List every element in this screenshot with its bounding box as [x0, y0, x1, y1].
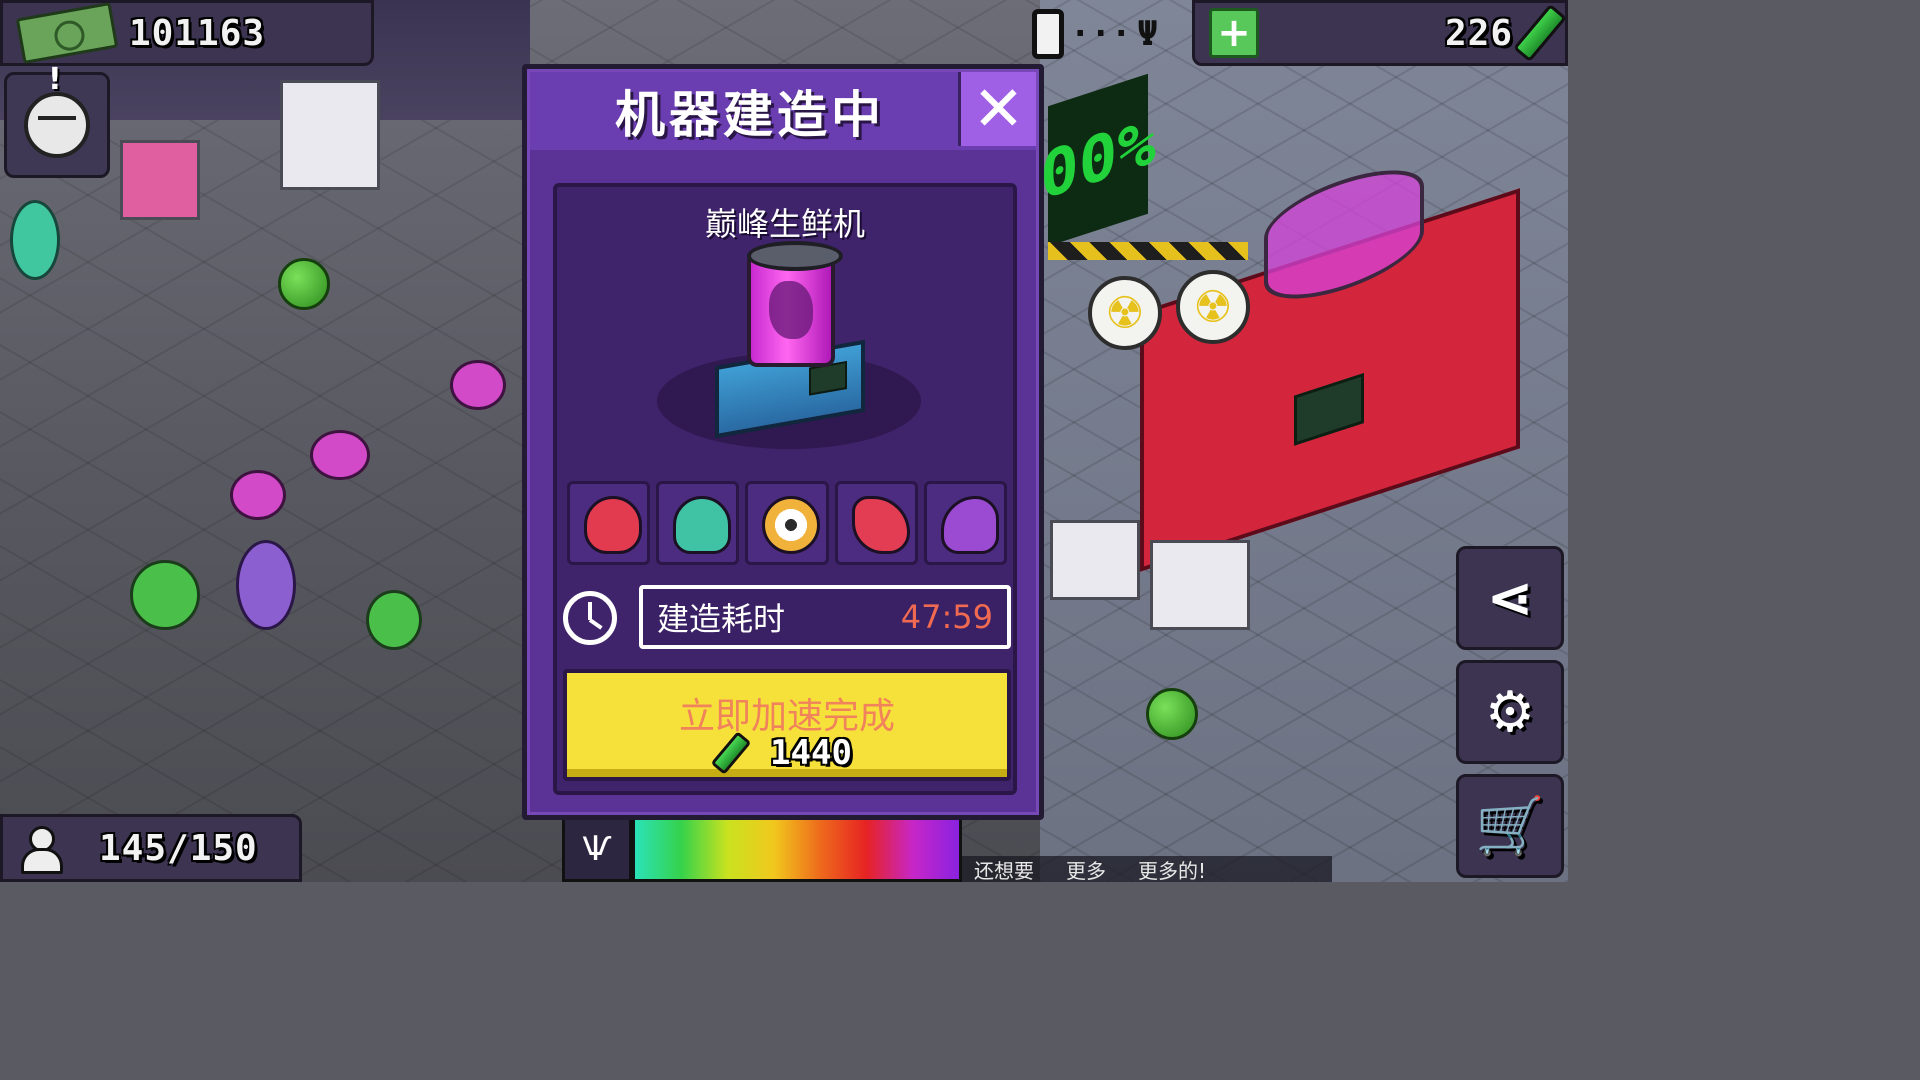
shop-button[interactable]: 🛒 — [1456, 774, 1564, 878]
machine-name: 巅峰生鲜机 — [704, 205, 865, 243]
share-icon: ⋖ — [1486, 565, 1534, 631]
alien-customer[interactable] — [310, 430, 370, 480]
money-value: 101163 — [129, 12, 266, 54]
build-time-label: 建造耗时 — [657, 600, 786, 638]
gear-icon: ⚙ — [1484, 679, 1536, 745]
population-counter[interactable]: 145/150 — [0, 814, 302, 882]
advisor-button[interactable] — [4, 62, 110, 178]
person-icon — [19, 826, 63, 874]
build-time-box: 建造耗时 47:59 — [639, 585, 1011, 649]
red-crab-icon — [851, 496, 910, 554]
speed-up-cost: 1440 — [567, 731, 1007, 775]
hazard-stripe — [1048, 242, 1248, 260]
lab-counter — [1150, 540, 1250, 630]
energy-counter[interactable]: + 226 — [1192, 0, 1568, 66]
build-time-value: 47:59 — [900, 598, 993, 636]
eyeball-icon — [762, 496, 821, 554]
battery-icon — [710, 731, 752, 775]
ingredient-slot[interactable] — [656, 481, 740, 565]
ingredient-list — [567, 481, 1008, 565]
news-ticker: 还想要 更多 更多的! — [962, 856, 1332, 883]
settings-button[interactable]: ⚙ — [1456, 660, 1564, 764]
dialog-body: 巅峰生鲜机 建造耗时 47:59 立即加速完成 1440 — [553, 183, 1017, 795]
speed-up-cost-value: 1440 — [770, 733, 852, 773]
lab-counter — [1050, 520, 1140, 600]
lab-counter — [280, 80, 380, 190]
share-button[interactable]: ⋖ — [1456, 546, 1564, 650]
potted-plant — [1146, 688, 1198, 740]
scientist-advisor-icon — [24, 62, 90, 158]
alien-customer[interactable] — [230, 470, 286, 520]
machine-screen — [1294, 372, 1364, 446]
service-desk — [120, 140, 200, 220]
machine-preview-image — [657, 241, 921, 449]
radioactive-barrel — [1088, 276, 1162, 350]
hype-meter-fill — [632, 816, 962, 882]
phone-icon — [1032, 9, 1064, 59]
ingredient-slot[interactable] — [834, 481, 918, 565]
add-energy-button[interactable]: + — [1209, 8, 1259, 58]
machine-build-dialog: 机器建造中 ✕ 巅峰生鲜机 建造耗时 47:59 立即加速完成 1440 — [522, 64, 1044, 820]
signal-dots-icon: ··· — [1070, 14, 1132, 54]
potted-plant — [278, 258, 330, 310]
ticker-item: 更多 — [1066, 858, 1106, 883]
close-button[interactable]: ✕ — [958, 72, 1036, 146]
cheering-alien-icon: Ѱ — [562, 816, 632, 882]
alien-customer[interactable] — [10, 200, 60, 280]
clock-icon — [563, 591, 617, 645]
purple-worm-icon — [940, 496, 999, 554]
ticker-item: 更多的! — [1138, 858, 1207, 883]
radioactive-barrel — [1176, 270, 1250, 344]
ingredient-slot[interactable] — [745, 481, 829, 565]
dialog-title: 机器建造中 — [615, 86, 885, 144]
ingredient-slot[interactable] — [567, 481, 651, 565]
speed-up-label: 立即加速完成 — [678, 696, 895, 737]
green-octopus-icon — [673, 496, 732, 554]
antenna-icon: Ψ — [1137, 14, 1158, 54]
alien-customer[interactable] — [236, 540, 296, 630]
red-flower-icon — [584, 496, 642, 554]
cart-icon: 🛒 — [1475, 794, 1545, 859]
cash-icon — [15, 2, 119, 64]
population-value: 145/150 — [99, 827, 258, 869]
alien-customer[interactable] — [450, 360, 506, 410]
speed-up-button[interactable]: 立即加速完成 1440 — [563, 669, 1011, 781]
alien-customer[interactable] — [366, 590, 422, 650]
alien-customer[interactable] — [130, 560, 200, 630]
connection-status: ··· Ψ — [1032, 6, 1172, 62]
battery-icon — [1512, 3, 1568, 63]
money-counter[interactable]: 101163 — [0, 0, 374, 66]
hype-meter[interactable]: Ѱ — [562, 816, 962, 882]
ingredient-slot[interactable] — [923, 481, 1008, 565]
close-icon: ✕ — [972, 72, 1025, 145]
build-time-row: 建造耗时 47:59 — [563, 585, 1011, 649]
energy-value: 226 — [1444, 12, 1513, 54]
ticker-item: 还想要 — [974, 858, 1034, 883]
